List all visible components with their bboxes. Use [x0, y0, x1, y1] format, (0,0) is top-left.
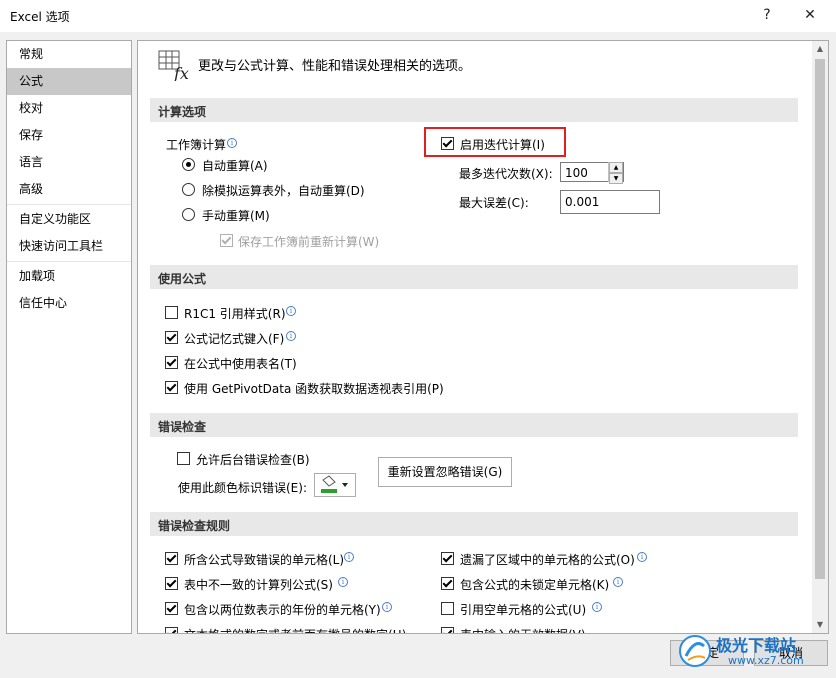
logo-icon [679, 635, 711, 667]
radio-manual[interactable] [182, 208, 195, 221]
rule-checkbox[interactable] [165, 602, 178, 615]
svg-text:fx: fx [173, 64, 189, 81]
nav-item-addins[interactable]: 加载项 [7, 263, 131, 290]
scrollbar-thumb[interactable] [815, 59, 825, 579]
getpivotdata-checkbox[interactable] [165, 381, 178, 394]
max-change-input[interactable]: 0.001 [560, 190, 660, 214]
info-icon: i [286, 331, 296, 341]
error-color-picker[interactable] [314, 473, 356, 497]
reset-ignored-errors-button[interactable]: 重新设置忽略错误(G) [378, 457, 512, 487]
iterative-calc-checkbox[interactable] [441, 137, 454, 150]
info-icon: i [338, 577, 348, 587]
max-iterations-spinner[interactable]: ▲ ▼ [608, 162, 623, 184]
rule-label[interactable]: 文本格式的数字或者前面有撇号的数字(H) [184, 626, 406, 633]
rule-checkbox[interactable] [165, 552, 178, 565]
nav-item-language[interactable]: 语言 [7, 149, 131, 176]
nav-divider [7, 204, 131, 205]
recalc-before-save-checkbox[interactable] [220, 234, 233, 247]
radio-manual-label[interactable]: 手动重算(M) [202, 207, 270, 224]
rule-label[interactable]: 包含以两位数表示的年份的单元格(Y) [184, 601, 381, 618]
site-watermark: 极光下载站 www.xz7.com [678, 632, 828, 670]
section-title: 错误检查 [158, 420, 207, 434]
table-names-checkbox[interactable] [165, 356, 178, 369]
window-title: Excel 选项 [10, 10, 70, 24]
info-icon: i [286, 306, 296, 316]
page-description: 更改与公式计算、性能和错误处理相关的选项。 [198, 59, 472, 74]
title-bar: Excel 选项 ? ✕ [0, 0, 836, 32]
rule-checkbox[interactable] [441, 552, 454, 565]
section-error-rules: 错误检查规则 [150, 512, 798, 536]
rule-checkbox[interactable] [165, 577, 178, 590]
category-nav: 常规 公式 校对 保存 语言 高级 自定义功能区 快速访问工具栏 加载项 信任中… [6, 40, 132, 634]
info-icon: i [227, 138, 237, 148]
radio-auto-except-tables[interactable] [182, 183, 195, 196]
section-title: 错误检查规则 [158, 519, 231, 533]
nav-item-proofing[interactable]: 校对 [7, 95, 131, 122]
iterative-calc-label[interactable]: 启用迭代计算(I) [460, 136, 545, 153]
rule-label[interactable]: 引用空单元格的公式(U) [460, 601, 586, 618]
rule-label[interactable]: 所含公式导致错误的单元格(L) [184, 551, 344, 568]
nav-item-quick-access[interactable]: 快速访问工具栏 [7, 233, 131, 260]
section-calculation: 计算选项 [150, 98, 798, 122]
radio-automatic-label[interactable]: 自动重算(A) [202, 157, 268, 174]
radio-automatic[interactable] [182, 158, 195, 171]
scroll-down-icon[interactable]: ▼ [812, 617, 828, 633]
help-button[interactable]: ? [757, 5, 777, 25]
formula-grid-icon: fx [158, 49, 190, 83]
rule-label[interactable]: 包含公式的未锁定单元格(K) [460, 576, 609, 593]
watermark-title: 极光下载站 [716, 636, 797, 655]
formula-autocomplete-checkbox[interactable] [165, 331, 178, 344]
r1c1-label[interactable]: R1C1 引用样式(R) [184, 305, 286, 322]
section-title: 计算选项 [158, 105, 207, 119]
rule-checkbox[interactable] [441, 627, 454, 633]
section-title: 使用公式 [158, 272, 207, 286]
background-error-label[interactable]: 允许后台错误检查(B) [196, 451, 310, 468]
error-color-label: 使用此颜色标识错误(E): [178, 481, 307, 495]
spin-down-icon[interactable]: ▼ [609, 173, 623, 184]
info-icon: i [613, 577, 623, 587]
workbook-calc-label: 工作簿计算 [166, 138, 227, 152]
r1c1-checkbox[interactable] [165, 306, 178, 319]
section-error-checking: 错误检查 [150, 413, 798, 437]
spin-up-icon[interactable]: ▲ [609, 162, 623, 173]
watermark-url: www.xz7.com [728, 654, 804, 667]
info-icon: i [592, 602, 602, 612]
nav-item-formulas[interactable]: 公式 [7, 68, 131, 95]
nav-item-advanced[interactable]: 高级 [7, 176, 131, 203]
options-panel: fx 更改与公式计算、性能和错误处理相关的选项。 计算选项 工作簿计算 i 自动… [137, 40, 829, 634]
rule-label[interactable]: 遗漏了区域中的单元格的公式(O) [460, 551, 635, 568]
rule-label[interactable]: 表中输入的无效数据(V) [460, 626, 586, 633]
scroll-up-icon[interactable]: ▲ [812, 41, 828, 57]
radio-auto-except-tables-label[interactable]: 除模拟运算表外，自动重算(D) [202, 182, 365, 199]
max-iterations-label: 最多迭代次数(X): [459, 167, 553, 181]
vertical-scrollbar[interactable]: ▲ ▼ [812, 41, 828, 633]
nav-item-trust-center[interactable]: 信任中心 [7, 290, 131, 317]
info-icon: i [637, 552, 647, 562]
background-error-checkbox[interactable] [177, 452, 190, 465]
rule-checkbox[interactable] [441, 602, 454, 615]
close-button[interactable]: ✕ [800, 5, 820, 25]
getpivotdata-label[interactable]: 使用 GetPivotData 函数获取数据透视表引用(P) [184, 380, 444, 397]
paint-bucket-icon [321, 475, 348, 493]
nav-divider [7, 261, 131, 262]
section-working-with-formulas: 使用公式 [150, 265, 798, 289]
nav-item-customize-ribbon[interactable]: 自定义功能区 [7, 206, 131, 233]
info-icon: i [382, 602, 392, 612]
rule-checkbox[interactable] [165, 627, 178, 633]
rule-label[interactable]: 表中不一致的计算列公式(S) [184, 576, 333, 593]
rule-checkbox[interactable] [441, 577, 454, 590]
table-names-label[interactable]: 在公式中使用表名(T) [184, 355, 297, 372]
recalc-before-save-label: 保存工作簿前重新计算(W) [238, 235, 380, 249]
formula-autocomplete-label[interactable]: 公式记忆式键入(F) [184, 330, 284, 347]
nav-item-general[interactable]: 常规 [7, 41, 131, 68]
nav-item-save[interactable]: 保存 [7, 122, 131, 149]
info-icon: i [344, 552, 354, 562]
max-change-label: 最大误差(C): [459, 196, 529, 210]
